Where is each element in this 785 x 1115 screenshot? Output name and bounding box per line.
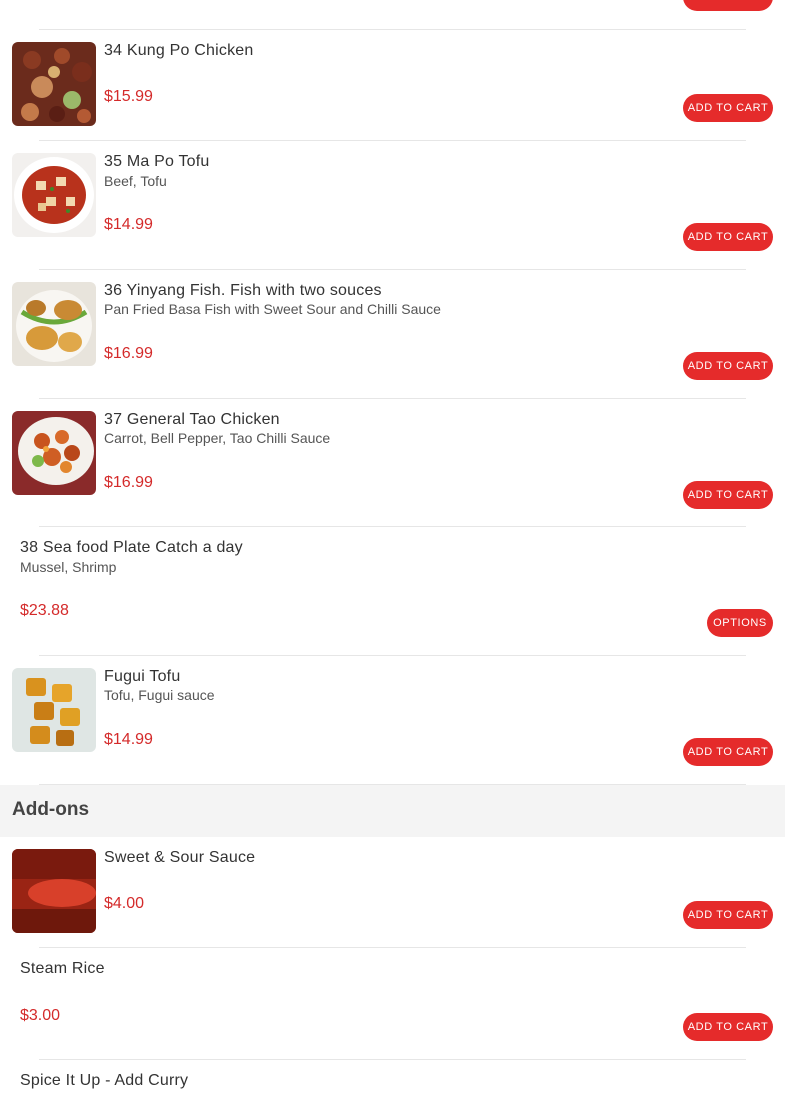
item-price: $15.99	[104, 88, 153, 105]
kung-po-chicken-image	[12, 42, 96, 126]
add-to-cart-button[interactable]: ADD TO CART	[683, 1013, 773, 1041]
options-button[interactable]: OPTIONS	[707, 609, 773, 637]
item-name: Sweet & Sour Sauce	[104, 849, 256, 866]
item-description: Tofu, Fugui sauce	[104, 687, 215, 703]
add-to-cart-button[interactable]: ADD TO CART	[683, 223, 773, 251]
item-name: 34 Kung Po Chicken	[104, 42, 254, 59]
divider	[39, 526, 746, 527]
section-title: Add-ons	[12, 799, 90, 820]
add-to-cart-button[interactable]: ADD TO CART	[683, 481, 773, 509]
yinyang-fish-image	[12, 282, 96, 366]
item-description: Carrot, Bell Pepper, Tao Chilli Sauce	[104, 430, 331, 446]
divider	[39, 29, 746, 30]
divider	[39, 140, 746, 141]
section-header-addons: Add-ons	[0, 785, 785, 837]
add-to-cart-button[interactable]: ADD TO CART	[683, 94, 773, 122]
ma-po-tofu-image	[12, 153, 96, 237]
item-price: $23.88	[20, 602, 69, 619]
divider	[39, 947, 746, 948]
item-price: $14.99	[104, 216, 153, 233]
item-description: Mussel, Shrimp	[20, 559, 117, 575]
divider	[39, 655, 746, 656]
add-to-cart-button[interactable]: ADD TO CART	[683, 352, 773, 380]
item-name: Fugui Tofu	[104, 668, 181, 685]
general-tao-chicken-image	[12, 411, 96, 495]
fugui-tofu-image	[12, 668, 96, 752]
item-description: Pan Fried Basa Fish with Sweet Sour and …	[104, 301, 441, 317]
item-price: $16.99	[104, 474, 153, 491]
item-price: $4.00	[104, 895, 145, 912]
item-name: 36 Yinyang Fish. Fish with two souces	[104, 282, 382, 299]
divider	[39, 269, 746, 270]
item-name: Spice It Up - Add Curry	[20, 1072, 189, 1089]
sweet-sour-sauce-image	[12, 849, 96, 933]
divider	[39, 1059, 746, 1060]
item-price: $3.00	[20, 1007, 61, 1024]
item-name: 37 General Tao Chicken	[104, 411, 280, 428]
divider	[39, 398, 746, 399]
item-price: $16.99	[104, 345, 153, 362]
item-price: $14.99	[104, 731, 153, 748]
item-name: Steam Rice	[20, 960, 105, 977]
item-description: Beef, Tofu	[104, 173, 167, 189]
add-to-cart-button-prev[interactable]	[683, 0, 773, 11]
add-to-cart-button[interactable]: ADD TO CART	[683, 901, 773, 929]
add-to-cart-button[interactable]: ADD TO CART	[683, 738, 773, 766]
item-name: 35 Ma Po Tofu	[104, 153, 210, 170]
item-name: 38 Sea food Plate Catch a day	[20, 539, 243, 556]
